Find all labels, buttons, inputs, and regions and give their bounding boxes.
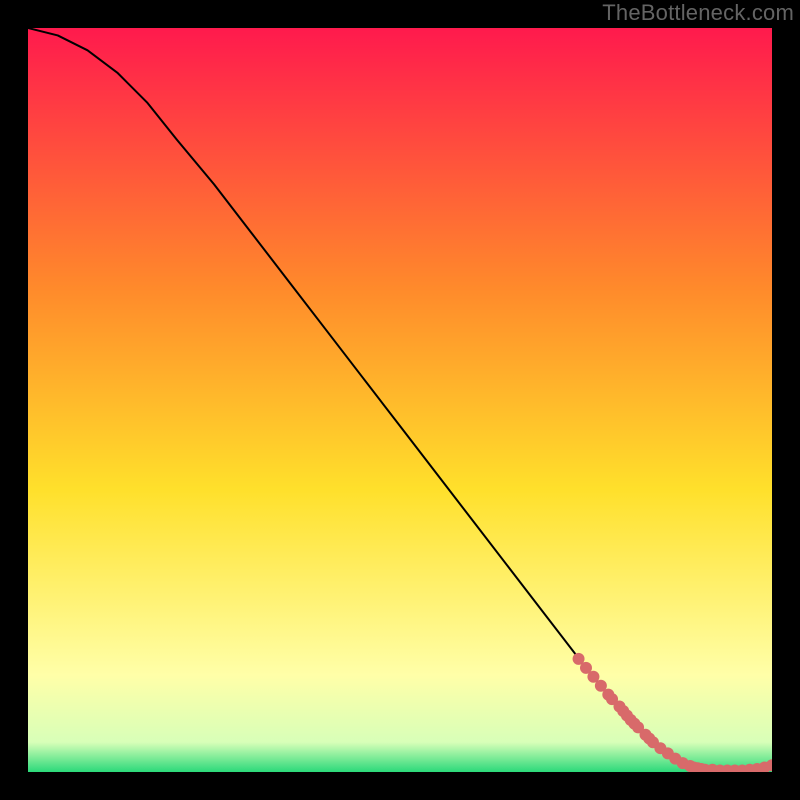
attribution-text: TheBottleneck.com bbox=[602, 0, 794, 26]
chart-container: TheBottleneck.com bbox=[0, 0, 800, 800]
chart-svg bbox=[28, 28, 772, 772]
plot-area bbox=[28, 28, 772, 772]
